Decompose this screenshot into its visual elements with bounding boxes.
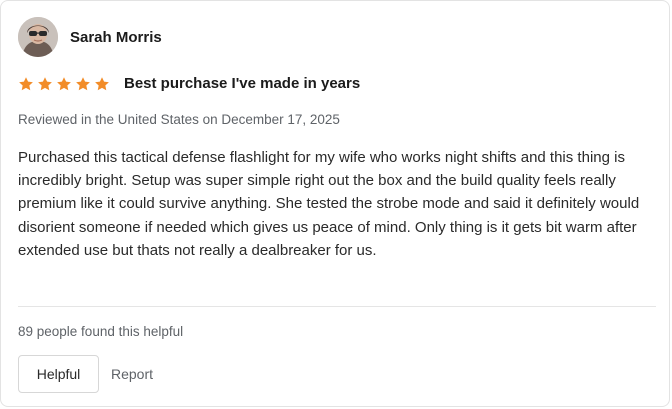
star-icon [76, 76, 90, 90]
review-meta: Reviewed in the United States on Decembe… [18, 112, 340, 127]
divider [18, 306, 656, 307]
star-icon [19, 76, 33, 90]
review-body: Purchased this tactical defense flashlig… [18, 149, 640, 259]
reviewer-name[interactable]: Sarah Morris [70, 29, 162, 46]
star-icon [57, 76, 71, 90]
star-icon [95, 76, 109, 90]
user-avatar-photo-icon [18, 17, 58, 57]
avatar [18, 17, 58, 57]
rating-row: Best purchase I've made in years [18, 75, 360, 92]
review-title[interactable]: Best purchase I've made in years [124, 75, 360, 92]
review-actions: Helpful Report [18, 355, 153, 393]
report-link[interactable]: Report [111, 366, 153, 382]
helpful-button[interactable]: Helpful [18, 355, 99, 393]
reviewer-header: Sarah Morris [18, 17, 162, 57]
star-icon [38, 76, 52, 90]
review-card: Sarah Morris Best purchase I've made in … [0, 0, 670, 407]
helpful-count: 89 people found this helpful [18, 324, 184, 339]
star-rating [18, 76, 110, 92]
